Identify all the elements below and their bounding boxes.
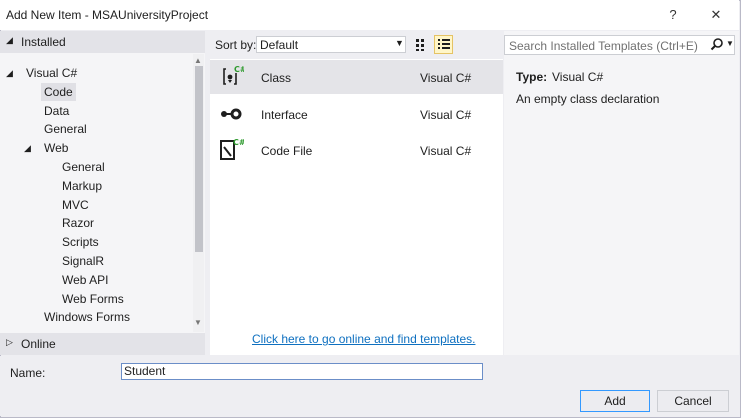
template-description: An empty class declaration	[516, 92, 660, 106]
help-button[interactable]: ?	[660, 4, 686, 26]
expand-triangle-icon[interactable]: ◢	[6, 64, 13, 82]
tree-item[interactable]: Razor	[59, 214, 97, 232]
tree-item[interactable]: Web API	[59, 271, 111, 289]
tree-item[interactable]: General	[41, 120, 90, 138]
template-language: Visual C#	[420, 107, 472, 122]
tree-item-label: General	[62, 160, 105, 174]
type-label: Type:	[516, 70, 548, 84]
tree-item-label: Windows Forms	[44, 310, 131, 325]
interface-icon	[218, 101, 244, 130]
tree-item-label: MVC	[62, 197, 89, 212]
tree-item-label: Razor	[62, 216, 95, 231]
tree-item[interactable]: Windows Forms	[41, 308, 133, 326]
tree-item-label: SignalR	[62, 254, 105, 268]
installed-header-label: Installed	[21, 35, 66, 49]
installed-header[interactable]: ◢ Installed	[0, 31, 205, 53]
tree-scrollbar-thumb[interactable]	[195, 66, 203, 252]
sort-by-value: Default	[260, 38, 299, 52]
dialog-title: Add New Item - MSAUniversityProject	[6, 8, 209, 22]
search-icon[interactable]	[710, 37, 724, 54]
sort-by-select[interactable]: Default ▼	[256, 36, 406, 53]
name-field[interactable]: Student	[121, 363, 483, 380]
add-button[interactable]: Add	[580, 390, 650, 412]
template-language: Visual C#	[420, 71, 472, 85]
scroll-down-icon[interactable]: ▼	[194, 318, 202, 327]
sort-by-label: Sort by:	[215, 38, 257, 52]
template-row[interactable]: C# Class Visual C#	[210, 60, 503, 94]
tree-item[interactable]: Data	[41, 102, 72, 120]
list-view-icon[interactable]	[434, 35, 453, 54]
template-row[interactable]: C# Code File Visual C#	[210, 133, 503, 167]
medium-icons-view-icon[interactable]	[413, 36, 430, 53]
type-value: Visual C#	[552, 70, 604, 84]
tree-item-label: Scripts	[62, 235, 99, 250]
class-icon: C#	[218, 64, 247, 93]
svg-text:C#: C#	[234, 65, 244, 74]
template-row[interactable]: Interface Visual C#	[210, 97, 503, 131]
close-button[interactable]: ✕	[703, 4, 729, 26]
tree-item[interactable]: ◢ Visual C#	[6, 64, 80, 82]
template-name: Interface	[261, 107, 308, 122]
cancel-button[interactable]: Cancel	[657, 390, 729, 412]
name-label: Name:	[10, 366, 46, 380]
template-language: Visual C#	[420, 144, 472, 158]
tree-item-label: Web API	[62, 272, 109, 287]
tree-item[interactable]: Markup	[59, 177, 105, 195]
online-templates-link-wrap: Click here to go online and find templat…	[252, 332, 475, 346]
search-placeholder: Search Installed Templates (Ctrl+E)	[509, 39, 698, 53]
collapsed-triangle-icon: ▷	[6, 337, 13, 347]
scroll-up-icon[interactable]: ▲	[194, 56, 202, 65]
online-templates-link[interactable]: Click here to go online and find templat…	[252, 332, 475, 346]
tree-item[interactable]: General	[59, 158, 108, 176]
tree-item-label: Code	[44, 84, 73, 99]
tree-item-label: Markup	[62, 178, 103, 193]
template-name: Code File	[261, 144, 313, 158]
search-dropdown-icon[interactable]: ▼	[726, 39, 734, 48]
tree-item-label: General	[44, 122, 87, 137]
tree-item[interactable]: SignalR	[59, 252, 107, 270]
tree-item-label: Visual C#	[26, 66, 78, 80]
template-name: Class	[261, 71, 292, 85]
search-input[interactable]: Search Installed Templates (Ctrl+E) ▼	[504, 35, 735, 55]
tree-item[interactable]: Code	[41, 82, 76, 101]
expand-triangle-icon: ◢	[6, 35, 13, 45]
tree-item[interactable]: Web Forms	[59, 290, 127, 308]
tree-item-label: Web	[44, 141, 69, 156]
tree-item[interactable]: ◢ Web	[24, 139, 71, 157]
code-file-icon: C#	[218, 137, 246, 166]
online-header[interactable]: ▷ Online	[0, 333, 205, 355]
chevron-down-icon: ▼	[395, 38, 404, 48]
tree-item[interactable]: Scripts	[59, 233, 102, 251]
expand-triangle-icon[interactable]: ◢	[24, 139, 31, 157]
online-header-label: Online	[21, 337, 56, 351]
tree-item-label: Web Forms	[62, 291, 124, 306]
tree-item-label: Data	[44, 103, 70, 118]
tree-item[interactable]: MVC	[59, 196, 92, 214]
svg-text:C#: C#	[233, 138, 244, 147]
